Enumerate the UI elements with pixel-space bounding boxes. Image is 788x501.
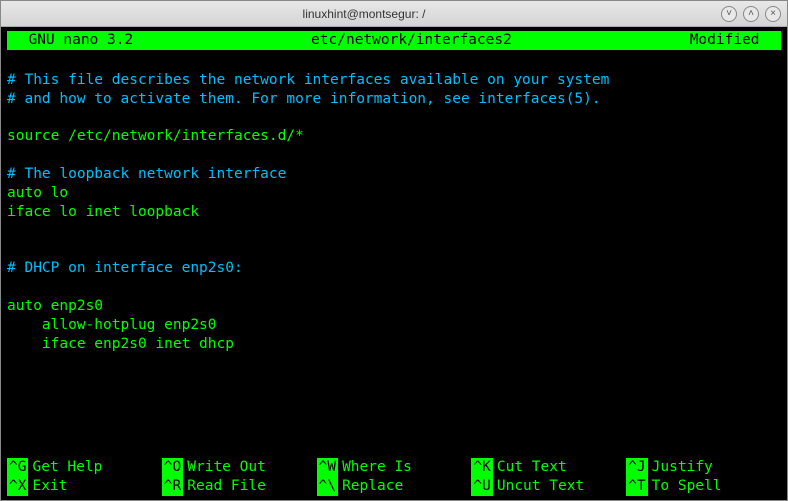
shortcut-label: Replace — [338, 477, 403, 496]
shortcut-label: Cut Text — [493, 458, 567, 477]
shortcut-key: ^U — [471, 477, 492, 496]
editor-line[interactable]: source /etc/network/interfaces.d/* — [7, 127, 781, 146]
editor-line[interactable] — [7, 353, 781, 372]
editor-line[interactable] — [7, 146, 781, 165]
nano-version: GNU nano 3.2 — [11, 31, 133, 50]
editor-line[interactable] — [7, 372, 781, 391]
shortcut: ^KCut Text — [471, 458, 626, 477]
editor-line[interactable]: iface lo inet loopback — [7, 203, 781, 222]
shortcut-key: ^W — [317, 458, 338, 477]
nano-status: Modified — [690, 31, 777, 50]
editor-line[interactable] — [7, 108, 781, 127]
shortcut-row-1: ^GGet Help^OWrite Out^WWhere Is^KCut Tex… — [7, 458, 781, 477]
shortcut: ^GGet Help — [7, 458, 162, 477]
shortcut-key: ^R — [162, 477, 183, 496]
shortcut: ^JJustify — [626, 458, 781, 477]
editor-line[interactable]: allow-hotplug enp2s0 — [7, 316, 781, 335]
shortcut-row-2: ^XExit^RRead File^\Replace^UUncut Text^T… — [7, 477, 781, 496]
shortcut-key: ^T — [626, 477, 647, 496]
window-controls: ˅ ˄ × — [721, 6, 781, 22]
terminal-area[interactable]: GNU nano 3.2 etc/network/interfaces2 Mod… — [1, 27, 787, 500]
nano-footer: ^GGet Help^OWrite Out^WWhere Is^KCut Tex… — [7, 458, 781, 496]
editor-line[interactable] — [7, 240, 781, 259]
editor-line[interactable]: # and how to activate them. For more inf… — [7, 90, 781, 109]
editor-line[interactable]: # This file describes the network interf… — [7, 71, 781, 90]
window-title: linuxhint@montsegur: / — [7, 7, 721, 21]
shortcut-label: Read File — [183, 477, 266, 496]
shortcut-label: Justify — [648, 458, 713, 477]
shortcut-key: ^\ — [317, 477, 338, 496]
shortcut-key: ^J — [626, 458, 647, 477]
editor-line[interactable] — [7, 278, 781, 297]
close-button[interactable]: × — [765, 6, 781, 22]
shortcut-label: To Spell — [648, 477, 722, 496]
nano-filename: etc/network/interfaces2 — [133, 31, 689, 50]
shortcut-key: ^G — [7, 458, 28, 477]
window-titlebar: linuxhint@montsegur: / ˅ ˄ × — [1, 1, 787, 27]
nano-header: GNU nano 3.2 etc/network/interfaces2 Mod… — [7, 31, 781, 50]
editor-line[interactable]: # The loopback network interface — [7, 165, 781, 184]
editor-line[interactable]: # DHCP on interface enp2s0: — [7, 259, 781, 278]
shortcut: ^WWhere Is — [317, 458, 472, 477]
shortcut: ^\Replace — [317, 477, 472, 496]
editor-content[interactable]: # This file describes the network interf… — [7, 50, 781, 458]
minimize-button[interactable]: ˅ — [721, 6, 737, 22]
shortcut-key: ^K — [471, 458, 492, 477]
editor-line[interactable] — [7, 52, 781, 71]
shortcut: ^OWrite Out — [162, 458, 317, 477]
editor-line[interactable]: auto lo — [7, 184, 781, 203]
editor-line[interactable] — [7, 221, 781, 240]
maximize-button[interactable]: ˄ — [743, 6, 759, 22]
shortcut-label: Get Help — [28, 458, 102, 477]
shortcut-key: ^O — [162, 458, 183, 477]
shortcut: ^TTo Spell — [626, 477, 781, 496]
shortcut-label: Write Out — [183, 458, 266, 477]
shortcut: ^RRead File — [162, 477, 317, 496]
shortcut: ^XExit — [7, 477, 162, 496]
shortcut-label: Exit — [28, 477, 67, 496]
shortcut: ^UUncut Text — [471, 477, 626, 496]
editor-line[interactable]: iface enp2s0 inet dhcp — [7, 335, 781, 354]
shortcut-key: ^X — [7, 477, 28, 496]
terminal-window: linuxhint@montsegur: / ˅ ˄ × GNU nano 3.… — [0, 0, 788, 501]
shortcut-label: Uncut Text — [493, 477, 584, 496]
editor-line[interactable]: auto enp2s0 — [7, 297, 781, 316]
shortcut-label: Where Is — [338, 458, 412, 477]
